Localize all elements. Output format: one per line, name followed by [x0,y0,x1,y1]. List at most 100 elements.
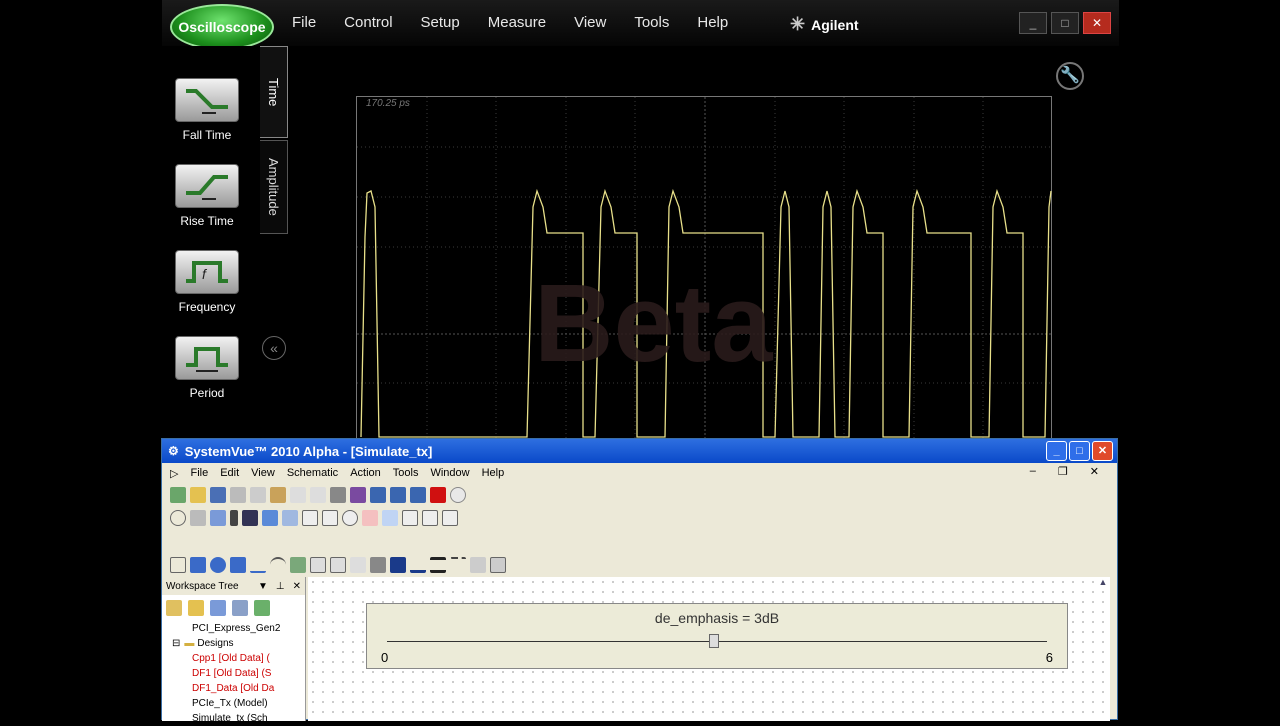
mdi-minimize-button[interactable]: – [1030,465,1036,478]
font-color-icon[interactable] [410,557,426,573]
arc-icon[interactable] [270,556,286,573]
panel-close-icon[interactable]: ✕ [293,581,301,592]
slider-thumb[interactable] [709,634,719,648]
zoom-fit-icon[interactable] [422,509,438,526]
tree-view-icon[interactable] [232,600,248,616]
sv-menu-tools[interactable]: Tools [393,467,419,479]
line-width-icon[interactable] [430,556,446,573]
target-icon[interactable] [170,509,186,526]
diagonal-wire-icon[interactable] [382,509,398,526]
scroll-up-arrow[interactable]: ▲ [1096,577,1110,591]
polygon-icon[interactable] [230,556,246,573]
zoom-icon[interactable] [342,509,358,526]
line-color-icon[interactable] [390,556,406,573]
cut-icon[interactable] [230,486,246,503]
layout-2-icon[interactable] [390,486,406,503]
save-icon[interactable] [210,486,226,503]
rise-time-icon[interactable] [175,164,239,208]
line-icon[interactable] [250,557,266,573]
zoom-area-icon[interactable] [402,509,418,526]
copy-icon[interactable] [250,486,266,503]
oscilloscope-logo-button[interactable]: Oscilloscope [170,4,274,50]
stop-icon[interactable] [430,486,446,503]
schematic-canvas[interactable]: de_emphasis = 3dB 0 6 ▲ [308,577,1110,721]
redo-icon[interactable] [310,486,326,503]
grid-icon[interactable] [190,509,206,526]
tree-item-df1[interactable]: DF1 [Old Data] (S [192,666,305,681]
sv-menu-file[interactable]: File [190,467,208,479]
tree-item-simulate-tx[interactable]: Simulate_tx (Sch [192,711,305,726]
line-style-icon[interactable] [450,556,466,573]
undo-icon[interactable] [290,486,306,503]
sv-maximize-button[interactable]: □ [1069,441,1090,461]
maximize-button[interactable]: □ [1051,12,1079,34]
wire-icon[interactable] [262,509,278,526]
pointer-icon[interactable] [302,509,318,526]
text-icon[interactable] [350,556,366,573]
pan-icon[interactable] [442,509,458,526]
mdi-restore-button[interactable]: ❐ [1058,465,1068,478]
tree-item-pcie-tx[interactable]: PCIe_Tx (Model) [192,696,305,711]
eye-icon[interactable] [242,509,258,526]
menu-control[interactable]: Control [344,14,392,31]
tree-expand-icon[interactable]: ⊟ [172,638,180,649]
sv-menu-schematic[interactable]: Schematic [287,467,338,479]
rectangle-icon[interactable] [190,556,206,573]
fall-time-measure[interactable]: Fall Time [174,78,240,142]
menu-file[interactable]: File [292,14,316,31]
tree-list-icon[interactable] [210,600,226,616]
tab-amplitude[interactable]: Amplitude [260,140,288,234]
select-arrow-icon[interactable] [170,556,186,573]
text-box-icon[interactable] [330,556,346,573]
info-icon[interactable] [450,486,466,503]
collapse-panel-icon[interactable]: « [262,336,286,360]
tree-item-designs[interactable]: ⊟ ▬ Designs [172,636,305,651]
package-icon[interactable] [350,486,366,503]
sv-menu-view[interactable]: View [251,467,275,479]
sv-menu-window[interactable]: Window [430,467,469,479]
ellipse-icon[interactable] [210,556,226,573]
dropdown-icon[interactable]: ▼ [258,581,268,592]
new-icon[interactable] [170,486,186,503]
mdi-close-button[interactable]: ✕ [1090,465,1099,478]
sv-menu-edit[interactable]: Edit [220,467,239,479]
period-measure[interactable]: Period [174,336,240,400]
sv-close-button[interactable]: ✕ [1092,441,1113,461]
wrench-icon[interactable]: 🔧 [1056,62,1084,90]
sv-minimize-button[interactable]: _ [1046,441,1067,461]
corner-wire-icon[interactable] [362,509,378,526]
tree-item-cpp1[interactable]: Cpp1 [Old Data] ( [192,651,305,666]
arrow-style-icon[interactable] [470,556,486,573]
frequency-icon[interactable]: f [175,250,239,294]
tab-time[interactable]: Time [260,46,288,138]
image-icon[interactable] [290,556,306,573]
comment-icon[interactable] [310,556,326,573]
tree-add-icon[interactable] [254,600,270,616]
tree-open-icon[interactable] [188,600,204,616]
close-button[interactable]: ✕ [1083,12,1111,34]
layout-3-icon[interactable] [410,486,426,503]
menu-setup[interactable]: Setup [421,14,460,31]
open-folder-icon[interactable] [190,486,206,503]
menu-measure[interactable]: Measure [488,14,546,31]
tree-item-df1-data[interactable]: DF1_Data [Old Da [192,681,305,696]
layout-1-icon[interactable] [370,486,386,503]
de-emphasis-slider[interactable]: de_emphasis = 3dB 0 6 [366,603,1068,669]
dot-grid-icon[interactable] [282,509,298,526]
move-icon[interactable] [322,509,338,526]
tree-item-workspace[interactable]: PCI_Express_Gen2 [192,621,305,636]
menu-view[interactable]: View [574,14,606,31]
rise-time-measure[interactable]: Rise Time [174,164,240,228]
sv-menu-help[interactable]: Help [482,467,505,479]
sv-menu-action[interactable]: Action [350,467,381,479]
tree-new-icon[interactable] [166,600,182,616]
minimize-button[interactable]: _ [1019,12,1047,34]
battery-icon[interactable] [230,509,238,526]
frequency-measure[interactable]: f Frequency [174,250,240,314]
period-icon[interactable] [175,336,239,380]
pin-icon[interactable]: ⊥ [276,581,285,592]
schematic-icon[interactable] [210,509,226,526]
properties-icon[interactable] [490,556,506,573]
menu-help[interactable]: Help [697,14,728,31]
menu-tools[interactable]: Tools [634,14,669,31]
